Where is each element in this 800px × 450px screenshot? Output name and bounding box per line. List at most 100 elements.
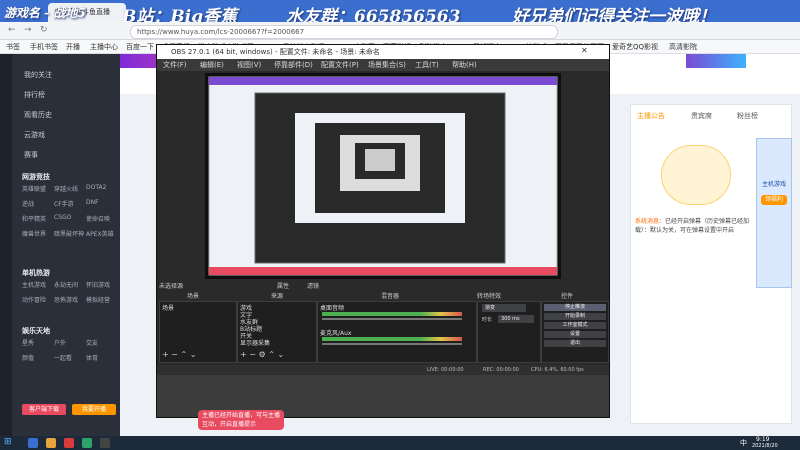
transitions-header: 转场特效 [477,293,502,300]
app-icon[interactable] [82,438,92,448]
back-icon[interactable]: ← [8,25,16,35]
game-link[interactable]: 魔兽世界 [22,229,54,238]
ime-indicator[interactable]: 中 [740,438,747,448]
start-recording-button[interactable]: 开始录制 [544,313,606,320]
start-icon[interactable]: ⊞ [4,437,12,447]
game-link[interactable]: 交友 [86,338,118,347]
site-sidebar: 我的关注排行榜观看历史云游戏赛事网游竞技英雄联盟 穿越火线 DOTA2 逆战 CF手游 D… [0,54,120,436]
app-icon[interactable] [64,438,74,448]
game-link[interactable]: 户外 [54,338,86,347]
start-streaming-button[interactable]: 我要开播 [72,404,116,415]
window-close-icon[interactable]: ✕ [581,46,588,55]
game-link[interactable]: 体育 [86,353,118,362]
explorer-icon[interactable] [46,438,56,448]
duration-input[interactable]: 300 ms [498,315,534,323]
studio-mode-button[interactable]: 工作室模式 [544,322,606,329]
add-scene-icon[interactable]: + − ⌃ ⌄ [162,350,196,359]
online-games-grid: 英雄联盟 穿越火线 DOTA2 逆战 CF手游 DNF 和平精英 CSGO 使命召唤魔兽世界 暗黑… [22,184,118,238]
search-icon[interactable] [28,438,38,448]
bookmark-item[interactable]: 高清影院 [669,42,697,52]
obs-menu-item[interactable]: 配置文件(P) [321,60,359,70]
bookmark-item[interactable]: 百度一下 [126,42,154,52]
notice-text: 主播已经开始直播，可与主播互动，开启直播提示 [202,412,281,428]
game-link[interactable]: 模拟经营 [86,295,118,304]
sidebar-item[interactable]: 云游戏 [24,130,45,140]
game-link[interactable]: 英雄联盟 [22,184,54,193]
bookmark-item[interactable]: 主播中心 [90,42,118,52]
obs-menu-item[interactable]: 编辑(E) [200,60,224,70]
obs-menu-item[interactable]: 文件(F) [163,60,187,70]
game-link[interactable]: 星秀 [22,338,54,347]
promo-banner [686,54,746,68]
transition-select[interactable]: 渐变 [482,304,526,312]
volume-slider[interactable] [322,343,462,345]
filters-button[interactable]: 滤镜 [307,281,319,290]
float-ad-button[interactable]: 领福利 [761,195,787,205]
game-link[interactable]: 一起看 [54,353,86,362]
game-link[interactable]: DNF [86,199,118,208]
game-link[interactable]: 主机游戏 [22,280,54,289]
bookmark-item[interactable]: 爱奇艺QQ影视 [612,42,658,52]
bookmark-item[interactable]: 开播 [66,42,80,52]
volume-slider[interactable] [322,318,462,320]
right-tab-notice[interactable]: 主播公告 [637,111,665,121]
sidebar-item[interactable]: 赛事 [24,150,38,160]
entertain-grid: 星秀 户外 交友颜值 一起看 体育 [22,338,118,362]
add-source-icon[interactable]: + − ⚙ ⌃ ⌄ [240,350,284,359]
bookmark-item[interactable]: 手机书签 [30,42,58,52]
refresh-icon[interactable]: ↻ [40,25,48,35]
game-link[interactable]: 怀旧游戏 [86,280,118,289]
game-link[interactable]: 动作冒险 [22,295,54,304]
settings-button[interactable]: 设置 [544,331,606,338]
url-input[interactable]: https://www.huya.com/lcs-2000667?f=20006… [130,25,558,39]
game-link[interactable]: 永劫无间 [54,280,86,289]
game-link[interactable]: APEX英雄 [86,229,118,238]
controls-pane: 停止推流 开始录制 工作室模式 设置 退出 [541,301,609,363]
game-link[interactable]: 恐怖游戏 [54,295,86,304]
game-link[interactable]: DOTA2 [86,184,118,193]
mixer-pane: 桌面音频 麦克风/Aux [317,301,477,363]
obs-menu-item[interactable]: 停靠部件(D) [274,60,313,70]
clock-date: 2021/8/20 [752,443,778,449]
obs-menu-item[interactable]: 工具(T) [415,60,439,70]
system-message-label: 系统消息： [635,218,666,225]
download-client-button[interactable]: 客户端下载 [22,404,66,415]
mixer-header: 混音器 [381,293,400,300]
single-games-grid: 主机游戏 永劫无间 怀旧游戏动作冒险 恐怖游戏 模拟经营 [22,280,118,304]
right-tab-vip[interactable]: 贵宾席 [691,111,712,121]
obs-menu-item[interactable]: 帮助(H) [452,60,477,70]
game-link[interactable]: 逆战 [22,199,54,208]
sidebar-item[interactable]: 我的关注 [24,70,52,80]
game-link[interactable]: 使命召唤 [86,214,118,223]
game-link[interactable]: CSGO [54,214,86,223]
overlay-game-name: 游戏名 - 战地5 [4,6,86,20]
sidebar-item[interactable]: 观看历史 [24,110,52,120]
sidebar-item[interactable]: 排行榜 [24,90,45,100]
live-notice-toast[interactable]: 主播已经开始直播，可与主播互动，开启直播提示 [198,410,284,430]
game-link[interactable]: 暗黑破坏神 [54,229,86,238]
game-link[interactable]: CF手游 [54,199,86,208]
game-link[interactable]: 穿越火线 [54,184,86,193]
obs-menu-item[interactable]: 场景集合(S) [368,60,406,70]
properties-button[interactable]: 属性 [277,281,289,290]
floating-ad[interactable]: 主机游戏 领福利 [756,138,792,288]
obs-preview[interactable] [205,73,561,279]
sidebar-section-title: 娱乐天地 [22,327,50,335]
obs-status-bar: LIVE: 00:00:00 REC: 00:00:00 CPU: 6.4%, … [157,365,609,375]
obs-menu-item[interactable]: 视图(V) [237,60,261,70]
game-link[interactable]: 和平精英 [22,214,54,223]
source-item[interactable]: 显示器采集 [240,338,270,347]
bookmark-item[interactable]: 书签 [6,42,20,52]
windows-taskbar: ⊞ 中 9:19 2021/8/20 [0,436,800,450]
scene-item[interactable]: 场景 [162,303,174,312]
sidebar-section-title: 网游竞技 [22,173,50,181]
transitions-pane: 渐变 时长 300 ms [477,301,541,363]
mascot-image [661,145,731,205]
stop-stream-button[interactable]: 停止推流 [544,304,606,311]
obs-icon[interactable] [100,438,110,448]
game-link[interactable]: 颜值 [22,353,54,362]
right-tab-fans[interactable]: 粉丝榜 [737,111,758,121]
forward-icon[interactable]: → [24,25,32,35]
exit-button[interactable]: 退出 [544,340,606,347]
float-ad-title: 主机游戏 [761,181,786,188]
